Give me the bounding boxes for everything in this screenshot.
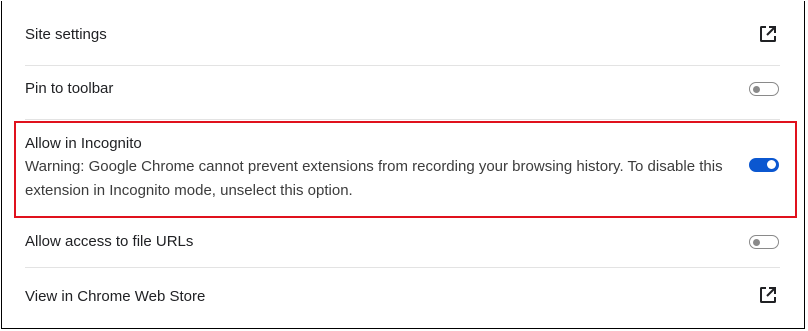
- extension-settings-panel: Site settings Pin to toolbar Allow in In…: [1, 1, 805, 329]
- view-in-store-label: View in Chrome Web Store: [25, 288, 206, 305]
- allow-file-urls-toggle[interactable]: [749, 235, 779, 249]
- incognito-warning-text: Warning: Google Chrome cannot prevent ex…: [25, 158, 723, 199]
- open-in-new-icon[interactable]: [758, 285, 778, 305]
- divider: [25, 119, 780, 120]
- allow-incognito-label: Allow in Incognito: [25, 135, 142, 152]
- toggle-knob: [753, 238, 760, 246]
- toggle-knob: [753, 85, 760, 93]
- site-settings-label: Site settings: [25, 26, 107, 43]
- divider: [25, 267, 780, 268]
- pin-to-toolbar-label: Pin to toolbar: [25, 80, 114, 97]
- toggle-knob: [767, 160, 776, 169]
- allow-incognito-toggle[interactable]: [749, 158, 779, 172]
- open-in-new-icon[interactable]: [758, 24, 778, 44]
- divider: [25, 216, 780, 217]
- pin-to-toolbar-toggle[interactable]: [749, 82, 779, 96]
- allow-file-urls-label: Allow access to file URLs: [25, 233, 194, 250]
- divider: [25, 65, 780, 66]
